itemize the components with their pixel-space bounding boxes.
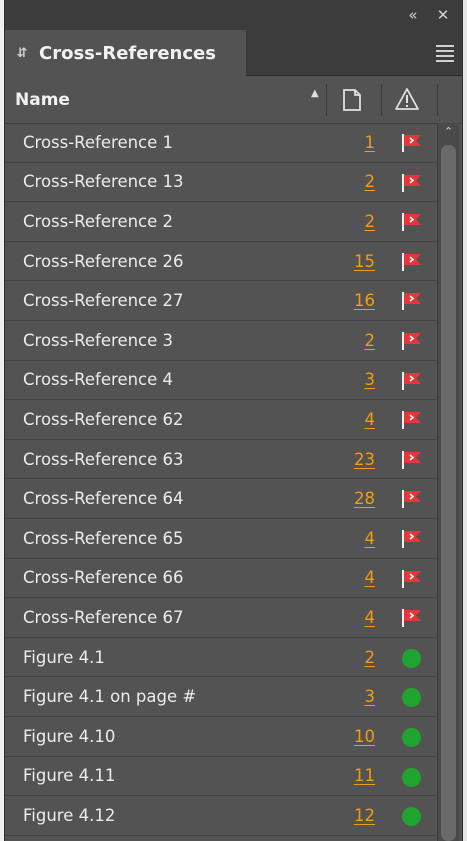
page-number-link[interactable]: 4	[365, 608, 376, 627]
item-label: Cross-Reference 26	[23, 251, 184, 271]
page-number-link[interactable]: 3	[365, 687, 376, 706]
red-flag-icon	[401, 450, 423, 470]
page-number-link[interactable]: 2	[365, 648, 376, 667]
tab-cross-references[interactable]: ⇵ Cross-References	[5, 30, 246, 76]
list-item[interactable]: Figure 4.10 10	[5, 717, 437, 757]
item-label: Figure 4.11	[23, 766, 116, 786]
page-number-link[interactable]: 15	[354, 252, 375, 271]
page-number-link[interactable]: 11	[354, 766, 375, 785]
page-number-link[interactable]: 3	[365, 370, 376, 389]
page-number-link[interactable]: 4	[365, 529, 376, 548]
list-item[interactable]: Cross-Reference 63 23	[5, 440, 437, 480]
item-label: Figure 4.1 on page #	[23, 687, 197, 707]
page-number-link[interactable]: 28	[354, 489, 375, 508]
page-number-link[interactable]: 4	[365, 568, 376, 587]
red-flag-icon	[401, 371, 423, 391]
page-number-link[interactable]: 1	[365, 133, 376, 152]
item-label: Cross-Reference 65	[23, 528, 184, 548]
red-flag-icon	[401, 173, 423, 193]
red-flag-icon	[401, 569, 423, 589]
red-flag-icon	[401, 410, 423, 430]
item-label: Cross-Reference 2	[23, 211, 174, 231]
list-item[interactable]: Figure 4.1 2	[5, 638, 437, 678]
sort-ascending-icon[interactable]: ▲	[311, 88, 319, 99]
red-flag-icon	[401, 331, 423, 351]
panel-titlebar: « ✕	[5, 0, 462, 30]
list-item[interactable]: Figure 4.12 12	[5, 796, 437, 836]
item-label: Cross-Reference 13	[23, 172, 184, 192]
list-item[interactable]: Cross-Reference 67 4	[5, 598, 437, 638]
page-number-link[interactable]: 2	[365, 172, 376, 191]
item-label: Cross-Reference 66	[23, 568, 184, 588]
page-icon[interactable]	[341, 88, 363, 116]
page-number-link[interactable]: 10	[354, 727, 375, 746]
page-number-link[interactable]: 2	[365, 331, 376, 350]
vertical-scrollbar[interactable]: ⌃	[437, 123, 459, 841]
double-chevron-left-icon[interactable]: «	[402, 4, 424, 26]
status-ok-icon	[401, 727, 423, 747]
status-ok-icon	[401, 687, 423, 708]
item-label: Figure 4.12	[23, 805, 116, 825]
status-ok-icon	[401, 806, 423, 827]
page-number-link[interactable]: 12	[354, 806, 375, 825]
red-flag-icon	[401, 212, 423, 232]
item-label: Cross-Reference 4	[23, 370, 174, 390]
item-label: Cross-Reference 62	[23, 409, 184, 429]
item-label: Figure 4.10	[23, 726, 116, 746]
list-item[interactable]: Cross-Reference 4 3	[5, 361, 437, 401]
list-item[interactable]: Figure 4.11 11	[5, 757, 437, 797]
column-header: Name ▲	[5, 76, 462, 124]
red-flag-icon	[401, 608, 423, 628]
list-item[interactable]: Cross-Reference 64 28	[5, 479, 437, 519]
list-item[interactable]: Cross-Reference 3 2	[5, 321, 437, 361]
list-item[interactable]: Cross-Reference 65 4	[5, 519, 437, 559]
page-number-link[interactable]: 23	[354, 450, 375, 469]
page-number-link[interactable]: 16	[354, 291, 375, 310]
status-ok-icon	[401, 767, 423, 787]
close-icon[interactable]: ✕	[432, 4, 454, 26]
item-label: Cross-Reference 63	[23, 449, 184, 469]
list-item[interactable]: Cross-Reference 27 16	[5, 281, 437, 321]
item-label: Cross-Reference 64	[23, 489, 184, 509]
panel-title: Cross-References	[39, 42, 216, 64]
page-number-link[interactable]: 2	[365, 212, 376, 231]
item-label: Cross-Reference 3	[23, 330, 174, 350]
item-label: Cross-Reference 67	[23, 607, 184, 627]
panel-tab-row: ⇵ Cross-References	[5, 30, 462, 76]
warning-icon[interactable]	[394, 87, 420, 115]
scroll-up-icon[interactable]: ⌃	[438, 125, 459, 141]
red-flag-icon	[401, 529, 423, 549]
name-column-header[interactable]: Name	[15, 90, 70, 110]
scroll-thumb[interactable]	[441, 145, 456, 841]
red-flag-icon	[401, 489, 423, 509]
status-ok-icon	[401, 648, 423, 668]
page-number-link[interactable]: 4	[365, 410, 376, 429]
list-item[interactable]: Cross-Reference 13 2	[5, 163, 437, 203]
cross-reference-list: Cross-Reference 1 1 Cross-Reference 13 2 Cro…	[5, 123, 437, 836]
item-label: Cross-Reference 27	[23, 291, 184, 311]
list-item[interactable]: Cross-Reference 1 1	[5, 123, 437, 163]
list-item[interactable]: Cross-Reference 66 4	[5, 559, 437, 599]
red-flag-icon	[401, 133, 423, 153]
item-label: Figure 4.1	[23, 647, 105, 667]
red-flag-icon	[401, 291, 423, 311]
red-flag-icon	[401, 252, 423, 272]
list-item[interactable]: Cross-Reference 26 15	[5, 242, 437, 282]
cross-references-panel: « ✕ ⇵ Cross-References Name ▲ Cross-Refe…	[4, 0, 463, 841]
list-item[interactable]: Cross-Reference 2 2	[5, 202, 437, 242]
list-item[interactable]: Cross-Reference 62 4	[5, 400, 437, 440]
expand-collapse-icon[interactable]: ⇵	[5, 46, 39, 61]
hamburger-menu-icon[interactable]	[432, 40, 458, 66]
item-label: Cross-Reference 1	[23, 132, 174, 152]
list-item[interactable]: Figure 4.1 on page # 3	[5, 677, 437, 717]
